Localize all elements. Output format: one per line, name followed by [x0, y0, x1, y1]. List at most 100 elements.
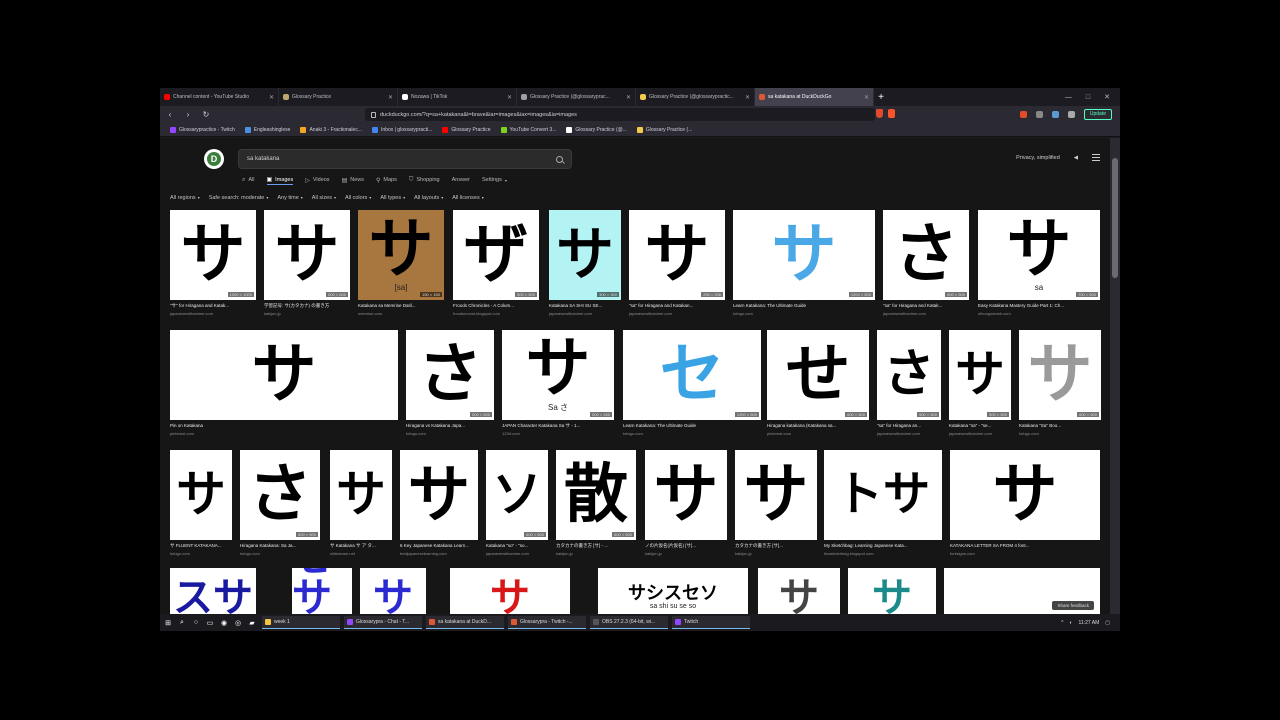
filter-dropdown[interactable]: All sizes ▾ [312, 195, 336, 201]
image-thumbnail[interactable]: サ Sa さ [502, 330, 614, 420]
filter-dropdown[interactable]: All colors ▾ [345, 195, 371, 201]
close-icon[interactable]: ✕ [507, 94, 512, 101]
image-source[interactable]: pinterest.com [170, 431, 398, 436]
image-thumbnail[interactable]: せ [767, 330, 869, 420]
filter-dropdown[interactable]: All layouts ▾ [414, 195, 443, 201]
image-result[interactable]: サ [sa] 150 × 150 Katakana sa Memrise Datil.… [358, 210, 444, 324]
image-result[interactable]: さ 500 × 500 "sa" for Hiragana and Katak...… [883, 210, 969, 324]
task-view-icon[interactable]: ▭ [206, 619, 214, 627]
image-source[interactable]: tofugu.com [170, 551, 232, 556]
image-caption[interactable]: Easy Katakana Mastery Guide Part 1: Ch..… [978, 303, 1100, 308]
image-thumbnail[interactable]: サ sa [978, 210, 1100, 300]
image-thumbnail[interactable]: サシスセソ sa shi su se so [598, 568, 748, 614]
bookmark-7[interactable]: Glossary Practice (... [636, 126, 692, 133]
image-source[interactable]: tofugu.com [733, 311, 875, 316]
steam-icon[interactable]: ◎ [234, 619, 242, 627]
image-result[interactable]: サ 6 Key Japanese Katakana Learn... bestjap… [400, 450, 478, 564]
taskbar-app[interactable]: Glossarypra - Chat - T... [344, 616, 422, 629]
tab-answer[interactable]: Answer [452, 175, 470, 185]
image-result[interactable]: サ 256 × 256 "sa" for Hiragana and Katakan.… [629, 210, 725, 324]
back-icon[interactable]: ‹ [166, 110, 174, 119]
image-source[interactable]: japanesewithanime.com [883, 311, 969, 316]
image-source[interactable]: japanesewithanime.com [170, 311, 256, 316]
image-caption[interactable]: "sa" for Hiragana and Katakan... [629, 303, 725, 308]
bookmark-3[interactable]: Inbox | glossarypracti... [372, 126, 432, 133]
image-result[interactable]: ザ 500 × 500 Froods Chronicles - A Colum...… [453, 210, 539, 324]
image-caption[interactable]: "sa" for Hiragana an... [877, 423, 941, 428]
bookmark-4[interactable]: Glossary Practice [442, 126, 491, 133]
image-caption[interactable]: Katakana "Sa" Boo... [1019, 423, 1101, 428]
image-caption[interactable]: Froods Chronicles - A Colum... [453, 303, 539, 308]
tab-2[interactable]: Nozawa | TikTok ✕ [398, 88, 517, 106]
close-icon[interactable]: ✕ [626, 94, 631, 101]
image-thumbnail[interactable]: サ [629, 210, 725, 300]
image-thumbnail[interactable]: サ [645, 450, 727, 540]
forward-icon[interactable]: › [184, 110, 192, 119]
image-caption[interactable]: Learn Katakana: The Ultimate Guide [733, 303, 875, 308]
image-result[interactable]: さ 500 × 500 Hiragana Katakana: Sa Ja... tof… [240, 450, 320, 564]
filter-dropdown[interactable]: All licenses ▾ [452, 195, 484, 201]
privacy-dropdown[interactable]: Privacy, simplified [1016, 155, 1060, 161]
image-result[interactable]: サ Pin on Katakana pinterest.com [170, 330, 398, 444]
image-result[interactable]: サノの片仮名(片仮名) [サ]... kakijun.jp [645, 450, 727, 564]
brave-rewards-icon[interactable] [888, 109, 895, 118]
chrome-icon[interactable]: ◉ [220, 619, 228, 627]
taskbar-app[interactable]: OBS 27.2.3 (64-bit, wi... [590, 616, 668, 629]
image-thumbnail[interactable]: ザ [453, 210, 539, 300]
image-result[interactable]: セ 1200 × 600 Learn Katakana: The Ultimate … [623, 330, 761, 444]
image-source[interactable]: tofugu.com [406, 431, 494, 436]
extension-icon[interactable] [1035, 111, 1043, 118]
close-icon[interactable]: ✕ [388, 94, 393, 101]
image-caption[interactable]: 6 Key Japanese Katakana Learn... [400, 543, 478, 548]
speaker-icon[interactable]: ◐ [1069, 620, 1072, 626]
image-thumbnail[interactable]: ソ [486, 450, 548, 540]
image-source[interactable]: slideshare.net [330, 551, 392, 556]
close-icon[interactable]: ✕ [269, 94, 274, 101]
filter-dropdown[interactable]: All types ▾ [380, 195, 405, 201]
image-result[interactable]: トサ My Sketchbag: Learning Japanese Kata..… [824, 450, 942, 564]
tab-all[interactable]: ⌕ All [242, 175, 255, 185]
image-source[interactable]: memrise.com [358, 311, 444, 316]
tab-maps[interactable]: ⚲ Maps [376, 175, 397, 185]
image-thumbnail[interactable]: サ [735, 450, 817, 540]
image-caption[interactable]: Katakana "sa" - "se... [949, 423, 1011, 428]
image-source[interactable]: fontsigns.com [950, 551, 1100, 556]
extension-icon[interactable] [1019, 111, 1027, 118]
tab-shopping[interactable]: ⛉ Shopping [409, 175, 440, 185]
image-caption[interactable]: 学習記号: サ(カタカナ) の書き方 [264, 303, 350, 309]
image-thumbnail[interactable]: サ [170, 330, 398, 420]
image-source[interactable]: japanesewithanime.com [486, 551, 548, 556]
image-caption[interactable]: KATAKANA LETTER SA FROM 4 font... [950, 543, 1100, 548]
image-thumbnail[interactable]: さ [877, 330, 941, 420]
filter-dropdown[interactable]: All regions ▾ [170, 195, 200, 201]
image-source[interactable]: froodsmonst.blogspot.com [453, 311, 539, 316]
image-caption[interactable]: "sa" for Hiragana and Katak... [883, 303, 969, 308]
image-thumbnail[interactable]: サ [758, 568, 840, 614]
bookmark-1[interactable]: Engleashinglese [244, 126, 290, 133]
taskbar-app[interactable]: week 1 [262, 616, 340, 629]
cortana-icon[interactable]: ○ [192, 619, 200, 627]
maximize-button[interactable]: □ [1086, 94, 1090, 101]
scrollbar-thumb[interactable] [1112, 158, 1118, 278]
search-input[interactable]: sa katakana [238, 149, 572, 169]
taskbar-app[interactable]: sa katakana at DuckD... [426, 616, 504, 629]
tab-videos[interactable]: ▷ Videos [305, 175, 329, 185]
image-thumbnail[interactable]: サ [330, 450, 392, 540]
image-thumbnail[interactable]: サ [360, 568, 426, 614]
search-icon[interactable] [556, 155, 563, 163]
image-thumbnail[interactable]: サ [264, 210, 350, 300]
close-window-button[interactable]: ✕ [1104, 93, 1110, 101]
address-bar[interactable]: duckduckgo.com/?q=sa+katakana&t=brave&ia… [365, 108, 875, 121]
image-caption[interactable]: JAPAN Character Katakana Sa サ - 1... [502, 423, 614, 429]
image-thumbnail[interactable]: セサ [292, 568, 352, 614]
image-thumbnail[interactable]: セ [623, 330, 761, 420]
hamburger-menu-icon[interactable] [1092, 154, 1100, 161]
image-source[interactable]: pinterest.com [767, 431, 869, 436]
image-caption[interactable]: Learn Katakana: The Ultimate Guide [623, 423, 761, 428]
image-result[interactable]: サ 600 × 600 Katakana "Sa" Boo... tofugu.com [1019, 330, 1101, 444]
bookmark-0[interactable]: Glossarypractice - Twitch [170, 126, 235, 133]
image-caption[interactable]: My Sketchbag: Learning Japanese Kata... [824, 543, 942, 548]
image-caption[interactable]: Katakana "so" - "so... [486, 543, 548, 548]
tab-settings[interactable]: Settings ▾ [482, 175, 507, 185]
image-source[interactable]: tinasketchbag.blogspot.com [824, 551, 942, 556]
